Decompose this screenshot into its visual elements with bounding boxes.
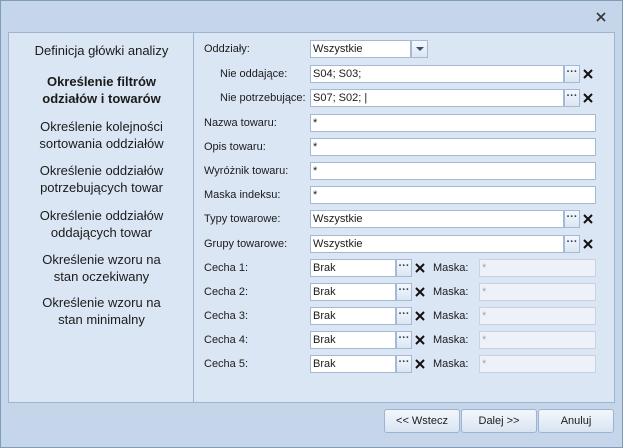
cancel-button[interactable]: Anuluj — [538, 409, 614, 433]
cecha-2-maska-label: Maska: — [433, 286, 469, 298]
ellipsis-icon[interactable]: ··· — [396, 307, 412, 325]
typy-towarowe-label: Typy towarowe: — [204, 213, 281, 225]
opis-towaru-field[interactable]: * — [310, 138, 596, 156]
cecha-4-field[interactable]: Brak — [310, 331, 396, 349]
typy-towarowe-field[interactable]: Wszystkie — [310, 210, 564, 228]
title-bar — [1, 1, 622, 31]
wizard-frame: Definicja główki analizy Określenie filt… — [8, 32, 615, 403]
back-button[interactable]: << Wstecz — [384, 409, 460, 433]
clear-x-icon[interactable] — [581, 210, 595, 228]
clear-x-icon[interactable] — [581, 89, 595, 107]
step-kolejnosc[interactable]: Określenie kolejności sortowania oddział… — [9, 118, 194, 152]
cecha-5-maska-label: Maska: — [433, 358, 469, 370]
nazwa-towaru-field[interactable]: * — [310, 114, 596, 132]
ellipsis-icon[interactable]: ··· — [396, 331, 412, 349]
oddzialy-select[interactable]: Wszystkie — [310, 40, 411, 58]
ellipsis-icon[interactable]: ··· — [564, 89, 580, 107]
nie-oddajace-label: Nie oddające: — [220, 68, 288, 80]
cecha-2-label: Cecha 2: — [204, 286, 249, 298]
cecha-4-label: Cecha 4: — [204, 334, 249, 346]
cecha-3-maska-field: * — [479, 307, 596, 325]
nie-oddajace-field[interactable]: S04; S03; — [310, 65, 564, 83]
clear-x-icon[interactable] — [413, 283, 427, 301]
wizard-steps-sidebar: Definicja główki analizy Określenie filt… — [9, 33, 194, 402]
ellipsis-icon[interactable]: ··· — [396, 283, 412, 301]
nie-potrzebujace-label: Nie potrzebujące: — [220, 92, 306, 104]
cecha-5-label: Cecha 5: — [204, 358, 249, 370]
filters-form: Oddziały: Wszystkie Nie oddające: S04; S… — [195, 33, 614, 402]
cecha-1-label: Cecha 1: — [204, 262, 249, 274]
step-oddajace[interactable]: Określenie oddziałów oddających towar — [9, 207, 194, 241]
ellipsis-icon[interactable]: ··· — [396, 355, 412, 373]
next-button[interactable]: Dalej >> — [461, 409, 537, 433]
nie-potrzebujace-field[interactable]: S07; S02; | — [310, 89, 564, 107]
clear-x-icon[interactable] — [413, 259, 427, 277]
cecha-3-maska-label: Maska: — [433, 310, 469, 322]
ellipsis-icon[interactable]: ··· — [396, 259, 412, 277]
cecha-1-maska-field: * — [479, 259, 596, 277]
clear-x-icon[interactable] — [413, 331, 427, 349]
maska-indeksu-label: Maska indeksu: — [204, 189, 281, 201]
cecha-4-maska-field: * — [479, 331, 596, 349]
clear-x-icon[interactable] — [413, 355, 427, 373]
step-filtry[interactable]: Określenie filtrów odziałów i towarów — [9, 73, 194, 107]
wyroznik-towaru-field[interactable]: * — [310, 162, 596, 180]
oddzialy-label: Oddziały: — [204, 43, 250, 55]
step-definicja[interactable]: Definicja główki analizy — [9, 42, 194, 59]
clear-x-icon[interactable] — [581, 235, 595, 253]
step-potrzebujace[interactable]: Określenie oddziałów potrzebujących towa… — [9, 162, 194, 196]
ellipsis-icon[interactable]: ··· — [564, 210, 580, 228]
cecha-5-maska-field: * — [479, 355, 596, 373]
cecha-3-label: Cecha 3: — [204, 310, 249, 322]
step-stan-oczekiwany[interactable]: Określenie wzoru na stan oczekiwany — [9, 251, 194, 285]
clear-x-icon[interactable] — [581, 65, 595, 83]
grupy-towarowe-field[interactable]: Wszystkie — [310, 235, 564, 253]
opis-towaru-label: Opis towaru: — [204, 141, 266, 153]
button-bar: << Wstecz Dalej >> Anuluj — [1, 404, 622, 447]
maska-indeksu-field[interactable]: * — [310, 186, 596, 204]
dialog-window: Definicja główki analizy Określenie filt… — [0, 0, 623, 448]
step-stan-minimalny[interactable]: Określenie wzoru na stan minimalny — [9, 294, 194, 328]
cecha-1-maska-label: Maska: — [433, 262, 469, 274]
cecha-3-field[interactable]: Brak — [310, 307, 396, 325]
cecha-5-field[interactable]: Brak — [310, 355, 396, 373]
close-icon[interactable] — [594, 10, 608, 24]
ellipsis-icon[interactable]: ··· — [564, 235, 580, 253]
ellipsis-icon[interactable]: ··· — [564, 65, 580, 83]
wyroznik-towaru-label: Wyróżnik towaru: — [204, 165, 289, 177]
cecha-2-maska-field: * — [479, 283, 596, 301]
clear-x-icon[interactable] — [413, 307, 427, 325]
cecha-4-maska-label: Maska: — [433, 334, 469, 346]
cecha-2-field[interactable]: Brak — [310, 283, 396, 301]
grupy-towarowe-label: Grupy towarowe: — [204, 238, 288, 250]
chevron-down-icon[interactable] — [411, 40, 428, 58]
nazwa-towaru-label: Nazwa towaru: — [204, 117, 277, 129]
cecha-1-field[interactable]: Brak — [310, 259, 396, 277]
